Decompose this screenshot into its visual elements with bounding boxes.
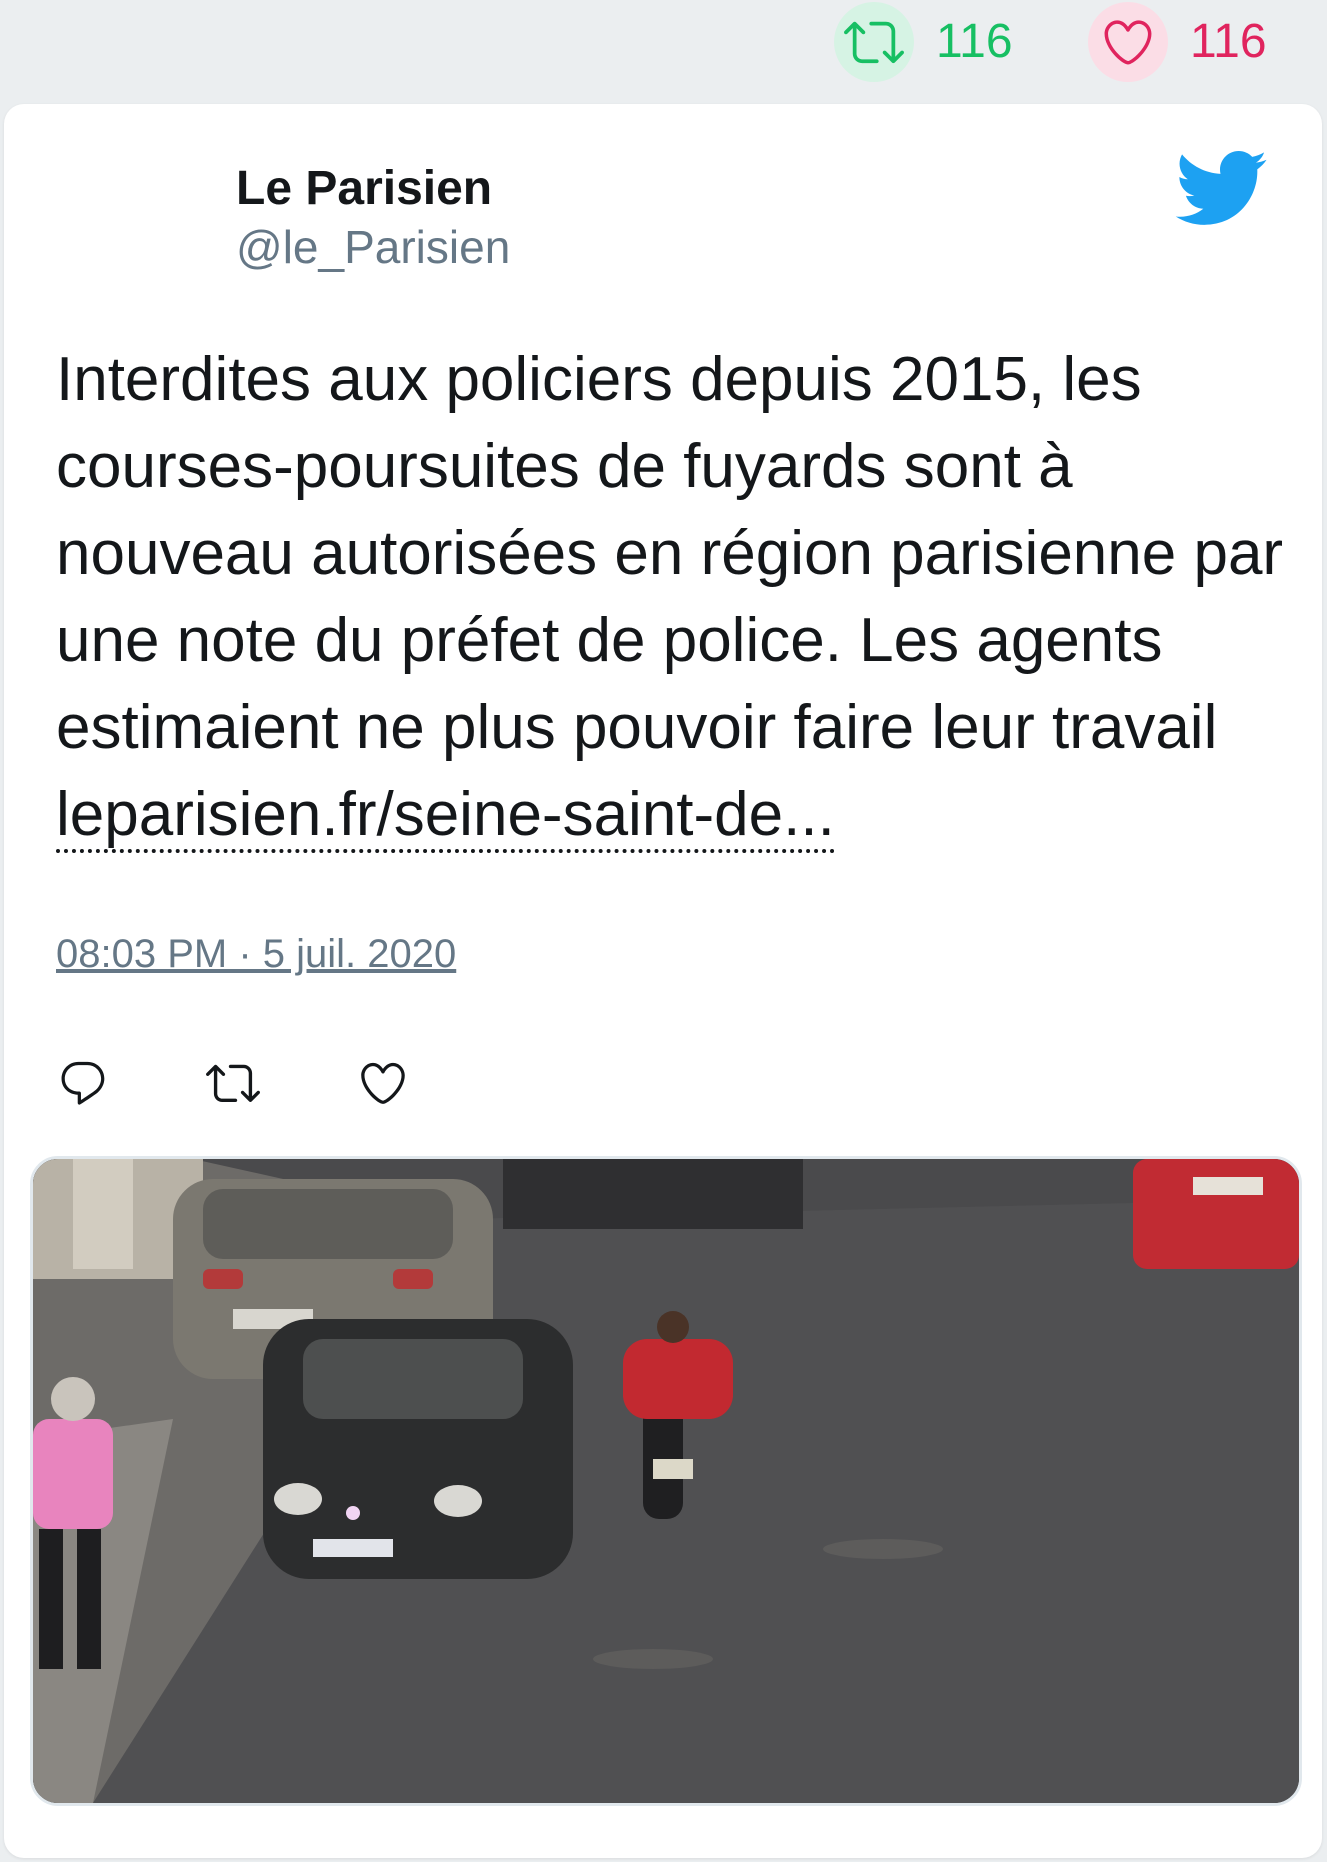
author-handle[interactable]: @le_Parisien xyxy=(236,220,510,275)
tweet-photo[interactable] xyxy=(30,1156,1302,1806)
tweet-text: Interdites aux policiers depuis 2015, le… xyxy=(56,336,1286,858)
tweet-body: Interdites aux policiers depuis 2015, le… xyxy=(56,345,1284,762)
street-scene-image xyxy=(33,1159,1299,1803)
retweet-stat[interactable]: 116 xyxy=(834,0,1013,84)
tweet-actions xyxy=(56,1048,506,1118)
heart-icon[interactable] xyxy=(1088,2,1168,82)
reply-button[interactable] xyxy=(56,1056,110,1110)
author-name[interactable]: Le Parisien xyxy=(236,160,492,218)
twitter-bird-icon[interactable] xyxy=(1172,148,1268,228)
article-link[interactable]: leparisien.fr/seine-saint-de... xyxy=(56,780,835,853)
reply-icon xyxy=(61,1061,105,1105)
retweet-icon[interactable] xyxy=(834,2,914,82)
retweet-action-icon xyxy=(206,1064,260,1103)
like-button[interactable] xyxy=(356,1056,410,1110)
tweet-card: Le Parisien @le_Parisien Interdites aux … xyxy=(4,104,1322,1858)
retweet-button[interactable] xyxy=(206,1056,260,1110)
retweet-count: 116 xyxy=(936,15,1013,68)
engagement-bar: 116 116 xyxy=(0,0,1327,100)
like-count: 116 xyxy=(1190,15,1267,68)
like-stat[interactable]: 116 xyxy=(1088,0,1267,84)
avatar[interactable] xyxy=(56,152,186,282)
heart-action-icon xyxy=(361,1062,405,1104)
tweet-timestamp[interactable]: 08:03 PM · 5 juil. 2020 xyxy=(56,930,456,978)
